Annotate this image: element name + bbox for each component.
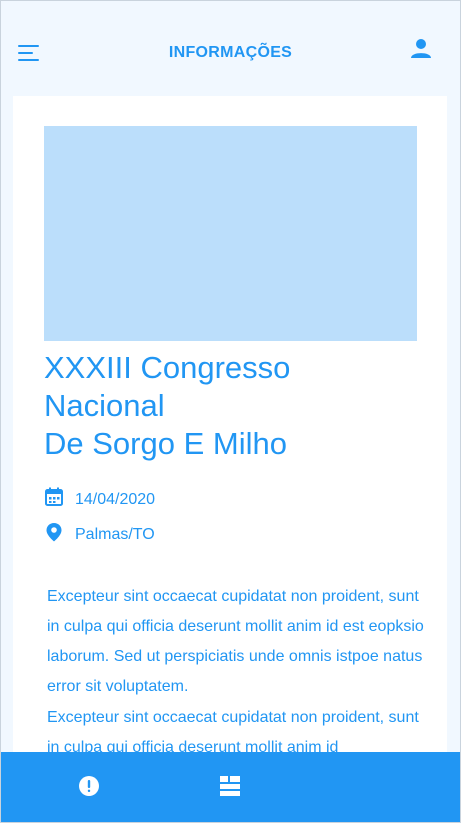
account-icon[interactable] bbox=[410, 38, 432, 60]
event-card: XXXIII Congresso Nacional De Sorgo E Mil… bbox=[13, 96, 447, 756]
event-location: Palmas/TO bbox=[75, 525, 155, 543]
bottom-navigation bbox=[0, 752, 461, 823]
event-image bbox=[44, 126, 417, 341]
info-alert-icon[interactable] bbox=[77, 774, 101, 798]
calendar-icon bbox=[44, 487, 64, 512]
page-title: INFORMAÇÕES bbox=[168, 44, 293, 61]
event-title-line: De Sorgo E Milho bbox=[44, 426, 287, 461]
event-title: XXXIII Congresso Nacional De Sorgo E Mil… bbox=[44, 349, 424, 463]
event-location-row: Palmas/TO bbox=[44, 522, 155, 547]
event-description: Excepteur sint occaecat cupidatat non pr… bbox=[47, 709, 419, 756]
event-title-line: XXXIII Congresso bbox=[44, 350, 291, 385]
event-title-line: Nacional bbox=[44, 388, 165, 423]
event-date: 14/04/2020 bbox=[75, 490, 156, 508]
location-pin-icon bbox=[44, 522, 64, 547]
app-header: INFORMAÇÕES bbox=[0, 0, 461, 96]
event-description: Excepteur sint occaecat cupidatat non pr… bbox=[47, 588, 424, 695]
list-view-icon[interactable] bbox=[218, 774, 242, 798]
event-date-row: 14/04/2020 bbox=[44, 487, 155, 512]
